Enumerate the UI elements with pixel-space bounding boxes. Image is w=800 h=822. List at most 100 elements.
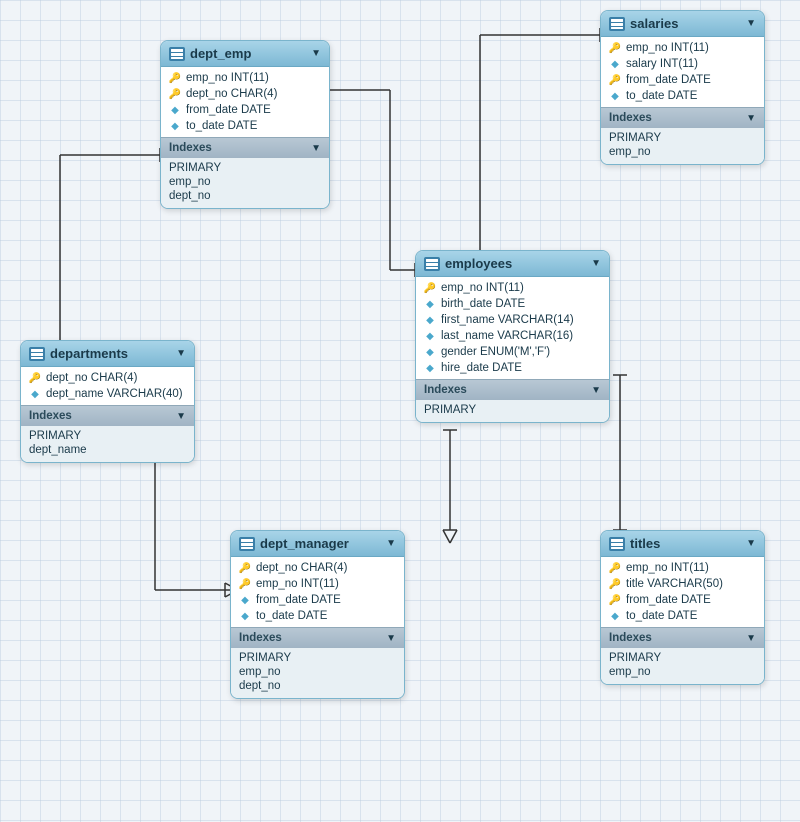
- field-name: salary INT(11): [626, 58, 698, 70]
- departments-fields: 🔑 dept_no CHAR(4) ◆ dept_name VARCHAR(40…: [21, 367, 194, 405]
- index-row: PRIMARY: [239, 651, 396, 665]
- salaries-fields: 🔑 emp_no INT(11) ◆ salary INT(11) 🔑 from…: [601, 37, 764, 107]
- departments-indexes-header[interactable]: Indexes ▼: [21, 405, 194, 426]
- field-row: ◆ from_date DATE: [231, 592, 404, 608]
- field-name: birth_date DATE: [441, 298, 525, 310]
- indexes-label: Indexes: [29, 410, 72, 422]
- dept-emp-header[interactable]: dept_emp ▼: [161, 41, 329, 67]
- indexes-label: Indexes: [169, 142, 212, 154]
- table-titles: titles ▼ 🔑 emp_no INT(11) 🔑 title VARCHA…: [600, 530, 765, 685]
- indexes-dropdown[interactable]: ▼: [311, 143, 321, 154]
- diamond-icon: ◆: [609, 90, 621, 102]
- titles-table-icon: [609, 537, 625, 551]
- key-icon: 🔑: [169, 72, 181, 84]
- dept-manager-indexes-header[interactable]: Indexes ▼: [231, 627, 404, 648]
- field-row: ◆ first_name VARCHAR(14): [416, 312, 609, 328]
- indexes-label: Indexes: [239, 632, 282, 644]
- indexes-dropdown[interactable]: ▼: [591, 385, 601, 396]
- table-dept-emp: dept_emp ▼ 🔑 emp_no INT(11) 🔑 dept_no CH…: [160, 40, 330, 209]
- key-icon: 🔑: [239, 578, 251, 590]
- dept-emp-indexes-body: PRIMARY emp_no dept_no: [161, 158, 329, 208]
- diamond-icon: ◆: [239, 610, 251, 622]
- field-row: ◆ gender ENUM('M','F'): [416, 344, 609, 360]
- diamond-icon: ◆: [424, 362, 436, 374]
- titles-title: titles: [630, 536, 741, 551]
- field-row: 🔑 emp_no INT(11): [601, 40, 764, 56]
- titles-header[interactable]: titles ▼: [601, 531, 764, 557]
- dept-manager-fields: 🔑 dept_no CHAR(4) 🔑 emp_no INT(11) ◆ fro…: [231, 557, 404, 627]
- index-row: PRIMARY: [424, 403, 601, 417]
- field-name: to_date DATE: [626, 610, 697, 622]
- departments-table-icon: [29, 347, 45, 361]
- dept-emp-indexes-header[interactable]: Indexes ▼: [161, 137, 329, 158]
- dept-emp-dropdown[interactable]: ▼: [311, 48, 321, 59]
- salaries-indexes-body: PRIMARY emp_no: [601, 128, 764, 164]
- diamond-icon: ◆: [609, 610, 621, 622]
- index-row: dept_no: [239, 679, 396, 693]
- dept-emp-table-icon: [169, 47, 185, 61]
- field-row: 🔑 from_date DATE: [601, 72, 764, 88]
- titles-indexes-body: PRIMARY emp_no: [601, 648, 764, 684]
- field-name: to_date DATE: [626, 90, 697, 102]
- salaries-table-icon: [609, 17, 625, 31]
- field-row: 🔑 dept_no CHAR(4): [231, 560, 404, 576]
- salaries-indexes-header[interactable]: Indexes ▼: [601, 107, 764, 128]
- departments-header[interactable]: departments ▼: [21, 341, 194, 367]
- field-row: 🔑 dept_no CHAR(4): [21, 370, 194, 386]
- field-row: 🔑 dept_no CHAR(4): [161, 86, 329, 102]
- key-icon: 🔑: [29, 372, 41, 384]
- field-name: first_name VARCHAR(14): [441, 314, 574, 326]
- departments-dropdown[interactable]: ▼: [176, 348, 186, 359]
- diamond-icon: ◆: [169, 120, 181, 132]
- field-name: gender ENUM('M','F'): [441, 346, 550, 358]
- field-name: emp_no INT(11): [626, 42, 709, 54]
- diamond-icon: ◆: [424, 314, 436, 326]
- dept-manager-dropdown[interactable]: ▼: [386, 538, 396, 549]
- diamond-icon: ◆: [424, 298, 436, 310]
- dept-manager-indexes-body: PRIMARY emp_no dept_no: [231, 648, 404, 698]
- indexes-label: Indexes: [424, 384, 467, 396]
- index-row: PRIMARY: [169, 161, 321, 175]
- field-row: ◆ to_date DATE: [601, 608, 764, 624]
- dept-manager-header[interactable]: dept_manager ▼: [231, 531, 404, 557]
- field-name: dept_no CHAR(4): [186, 88, 277, 100]
- field-name: emp_no INT(11): [256, 578, 339, 590]
- field-name: to_date DATE: [186, 120, 257, 132]
- indexes-dropdown[interactable]: ▼: [386, 633, 396, 644]
- field-row: ◆ hire_date DATE: [416, 360, 609, 376]
- field-row: ◆ to_date DATE: [231, 608, 404, 624]
- field-row: 🔑 title VARCHAR(50): [601, 576, 764, 592]
- field-name: emp_no INT(11): [626, 562, 709, 574]
- salaries-dropdown[interactable]: ▼: [746, 18, 756, 29]
- index-row: emp_no: [169, 175, 321, 189]
- field-name: to_date DATE: [256, 610, 327, 622]
- field-row: ◆ to_date DATE: [601, 88, 764, 104]
- field-name: hire_date DATE: [441, 362, 522, 374]
- indexes-dropdown[interactable]: ▼: [746, 633, 756, 644]
- titles-indexes-header[interactable]: Indexes ▼: [601, 627, 764, 648]
- key-icon: 🔑: [609, 578, 621, 590]
- field-row: ◆ birth_date DATE: [416, 296, 609, 312]
- diamond-icon: ◆: [169, 104, 181, 116]
- employees-header[interactable]: employees ▼: [416, 251, 609, 277]
- table-employees: employees ▼ 🔑 emp_no INT(11) ◆ birth_dat…: [415, 250, 610, 423]
- index-row: PRIMARY: [29, 429, 186, 443]
- indexes-dropdown[interactable]: ▼: [746, 113, 756, 124]
- field-name: emp_no INT(11): [441, 282, 524, 294]
- field-name: dept_name VARCHAR(40): [46, 388, 183, 400]
- key-icon: 🔑: [424, 282, 436, 294]
- diamond-icon: ◆: [29, 388, 41, 400]
- key-icon: 🔑: [609, 74, 621, 86]
- field-row: 🔑 emp_no INT(11): [161, 70, 329, 86]
- table-salaries: salaries ▼ 🔑 emp_no INT(11) ◆ salary INT…: [600, 10, 765, 165]
- table-departments: departments ▼ 🔑 dept_no CHAR(4) ◆ dept_n…: [20, 340, 195, 463]
- employees-table-icon: [424, 257, 440, 271]
- indexes-dropdown[interactable]: ▼: [176, 411, 186, 422]
- field-row: ◆ to_date DATE: [161, 118, 329, 134]
- salaries-header[interactable]: salaries ▼: [601, 11, 764, 37]
- titles-dropdown[interactable]: ▼: [746, 538, 756, 549]
- key-icon: 🔑: [609, 594, 621, 606]
- index-row: PRIMARY: [609, 651, 756, 665]
- employees-dropdown[interactable]: ▼: [591, 258, 601, 269]
- employees-indexes-header[interactable]: Indexes ▼: [416, 379, 609, 400]
